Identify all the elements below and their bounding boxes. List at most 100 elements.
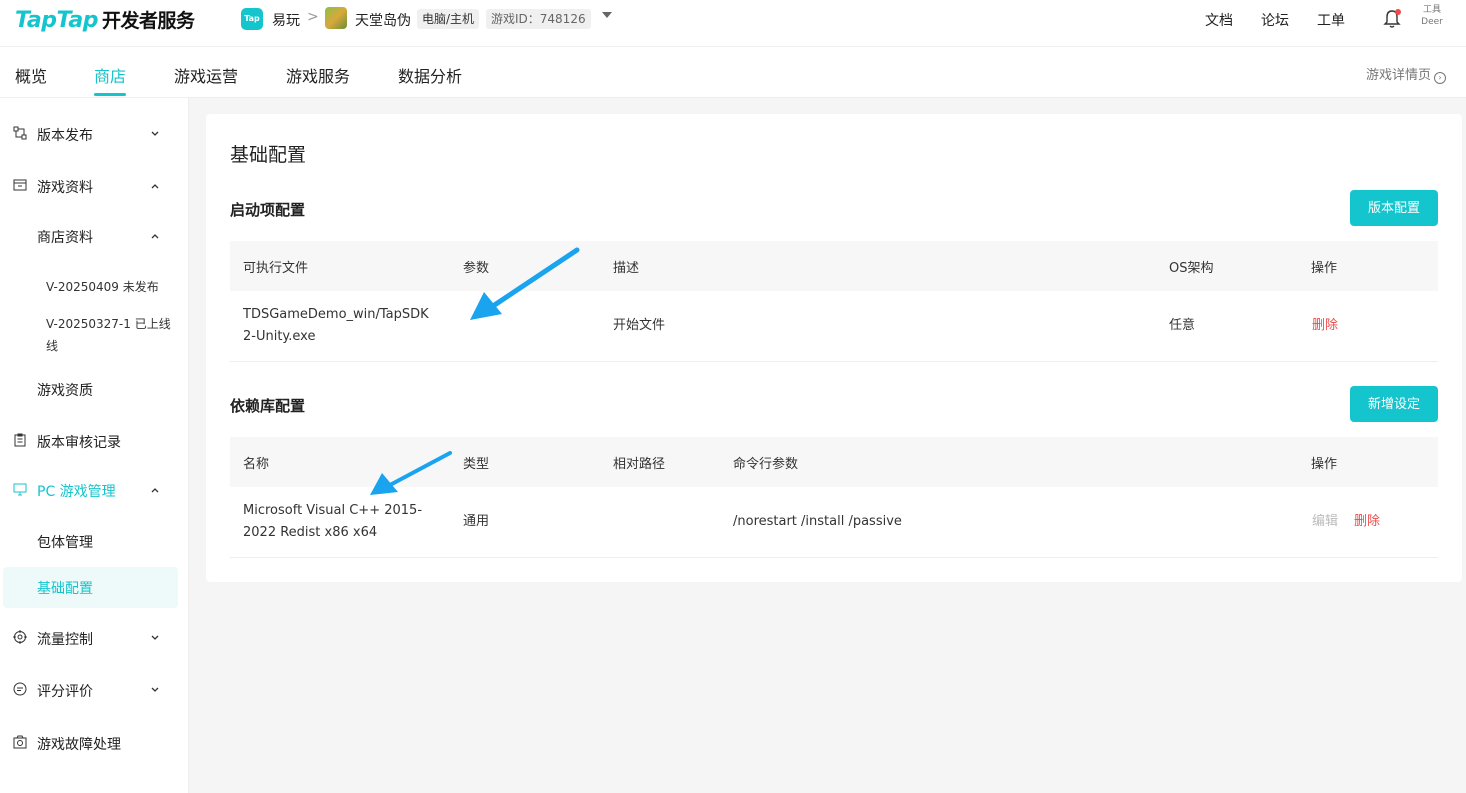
game-icon	[325, 7, 347, 29]
basic-config-card: 基础配置 启动项配置 版本配置 可执行文件 参数 描述 OS架构 操作 TDSG…	[206, 114, 1462, 582]
monitor-icon	[13, 483, 27, 496]
dependency-config-table: 名称 类型 相对路径 命令行参数 操作 Microsoft Visual C++…	[230, 437, 1438, 558]
sidebar-item-fault[interactable]: 游戏故障处理	[0, 723, 189, 763]
sidebar-item-label: 商店资料	[37, 230, 93, 246]
column-header: 可执行文件	[243, 261, 309, 276]
dependency-name-line: Microsoft Visual C++ 2015-	[243, 503, 423, 518]
sidebar-item-label: 游戏故障处理	[37, 737, 121, 753]
launch-config-table: 可执行文件 参数 描述 OS架构 操作 TDSGameDemo_win/TapS…	[230, 241, 1438, 362]
logo-text: TapTap	[15, 8, 98, 33]
add-setting-button[interactable]: 新增设定	[1350, 386, 1438, 422]
sidebar-item-version-live[interactable]: V-20250327-1 已上线	[0, 304, 189, 354]
docs-link[interactable]: 文档	[1205, 10, 1233, 30]
chevron-up-icon	[151, 184, 159, 189]
dependency-config-title: 依赖库配置	[230, 397, 306, 415]
chevron-down-icon	[151, 131, 159, 136]
game-detail-link[interactable]: 游戏详情页 ›	[1366, 64, 1447, 84]
column-header: 描述	[613, 261, 640, 276]
sidebar-item-store-info[interactable]: 商店资料	[0, 216, 189, 256]
logo-subtitle: 开发者服务	[101, 10, 195, 32]
sidebar-item-traffic[interactable]: 流量控制	[0, 618, 189, 658]
exe-path-cell: TDSGameDemo_win/TapSDK 2-Unity.exe	[243, 304, 429, 348]
sidebar-item-version-unpublished[interactable]: V-20250409 未发布	[0, 267, 189, 307]
camera-icon	[13, 735, 27, 749]
sidebar-item-game-info[interactable]: 游戏资料	[0, 166, 189, 206]
sidebar-item-label: 游戏资料	[37, 180, 93, 196]
dependency-name-cell: Microsoft Visual C++ 2015- 2022 Redist x…	[243, 500, 422, 544]
sidebar-item-label: 版本审核记录	[37, 435, 121, 451]
active-tab-indicator	[94, 93, 126, 96]
exe-path-line: 2-Unity.exe	[243, 329, 316, 344]
tab-overview[interactable]: 概览	[15, 63, 47, 87]
launch-config-title: 启动项配置	[230, 201, 306, 219]
column-header: 操作	[1311, 261, 1338, 276]
comment-icon	[13, 682, 27, 696]
cli-args-cell: /norestart /install /passive	[733, 514, 902, 529]
archive-icon	[13, 179, 27, 191]
column-header: 操作	[1311, 457, 1338, 472]
tab-operations[interactable]: 游戏运营	[174, 63, 238, 87]
top-header: TapTap 开发者服务 Tap 易玩 > 天堂岛伪 电脑/主机 游戏ID：748…	[0, 0, 1466, 47]
breadcrumb-game[interactable]: 天堂岛伪	[355, 10, 411, 30]
sidebar-item-label: PC 游戏管理	[37, 484, 116, 500]
chevron-up-icon	[151, 488, 159, 493]
table-row: TDSGameDemo_win/TapSDK 2-Unity.exe 开始文件 …	[230, 291, 1438, 362]
edit-link[interactable]: 编辑	[1312, 511, 1338, 533]
sidebar-item-package[interactable]: 包体管理	[0, 521, 189, 561]
sidebar-item-label: 包体管理	[37, 535, 93, 551]
game-switch-caret-icon[interactable]	[602, 12, 612, 18]
sidebar-item-reviews[interactable]: 评分评价	[0, 670, 189, 710]
forum-link[interactable]: 论坛	[1261, 10, 1289, 30]
sidebar-item-label: V-20250327-1 已上线	[46, 317, 171, 331]
sidebar-item-pc-games[interactable]: PC 游戏管理	[0, 470, 189, 510]
tab-services[interactable]: 游戏服务	[286, 63, 350, 87]
sidebar-item-label-wrap: 线	[46, 339, 59, 353]
ticket-link[interactable]: 工单	[1317, 10, 1345, 30]
avatar-text-bottom: Deer	[1421, 17, 1443, 27]
dependency-name-line: 2022 Redist x86 x64	[243, 525, 378, 540]
chevron-down-icon	[151, 635, 159, 640]
chevron-up-icon	[151, 234, 159, 239]
sidebar-item-basic-config[interactable]: 基础配置	[0, 567, 189, 607]
sidebar-item-label: 版本发布	[37, 128, 93, 144]
sidebar-item-label: 评分评价	[37, 684, 93, 700]
clipboard-icon	[14, 433, 26, 447]
table-row: Microsoft Visual C++ 2015- 2022 Redist x…	[230, 487, 1438, 558]
page-title: 基础配置	[230, 144, 307, 166]
sidebar-item-label: 流量控制	[37, 632, 93, 648]
arrow-right-circle-icon: ›	[1434, 72, 1447, 84]
sidebar: 版本发布 游戏资料 商店资料 V-20250409 未发布 V-20250327…	[0, 98, 189, 793]
flow-icon	[13, 126, 27, 140]
breadcrumb-app[interactable]: 易玩	[272, 10, 300, 30]
delete-link[interactable]: 删除	[1312, 315, 1338, 337]
os-arch-cell: 任意	[1169, 318, 1196, 333]
description-cell: 开始文件	[613, 318, 666, 333]
version-config-button[interactable]: 版本配置	[1350, 190, 1438, 226]
delete-link[interactable]: 删除	[1354, 511, 1380, 533]
sidebar-item-label: 游戏资质	[37, 383, 93, 399]
table-header: 可执行文件 参数 描述 OS架构 操作	[230, 241, 1438, 291]
column-header: 名称	[243, 457, 270, 472]
breadcrumb-separator-icon: >	[307, 9, 319, 25]
game-id-tag: 游戏ID：748126	[486, 9, 591, 29]
main-tabs: 概览 商店 游戏运营 游戏服务 数据分析 游戏详情页 ›	[0, 47, 1466, 98]
column-header: 类型	[463, 457, 490, 472]
avatar[interactable]: 工具 Deer	[1418, 4, 1446, 34]
column-header: 参数	[463, 261, 490, 276]
column-header: 相对路径	[613, 457, 666, 472]
sidebar-item-release[interactable]: 版本发布	[0, 114, 189, 154]
target-icon	[13, 630, 27, 644]
sidebar-item-qualification[interactable]: 游戏资质	[0, 369, 189, 409]
chevron-down-icon	[151, 687, 159, 692]
game-detail-label: 游戏详情页	[1366, 68, 1432, 83]
exe-path-line: TDSGameDemo_win/TapSDK	[243, 307, 429, 322]
taptap-logo[interactable]: TapTap 开发者服务	[15, 6, 195, 33]
type-cell: 通用	[463, 514, 490, 529]
sidebar-item-review-log[interactable]: 版本审核记录	[0, 421, 189, 461]
notification-dot	[1395, 9, 1401, 15]
table-header: 名称 类型 相对路径 命令行参数 操作	[230, 437, 1438, 487]
column-header: 命令行参数	[733, 457, 799, 472]
avatar-text-top: 工具	[1422, 5, 1441, 15]
tab-analytics[interactable]: 数据分析	[398, 63, 462, 87]
tab-store[interactable]: 商店	[94, 63, 126, 87]
